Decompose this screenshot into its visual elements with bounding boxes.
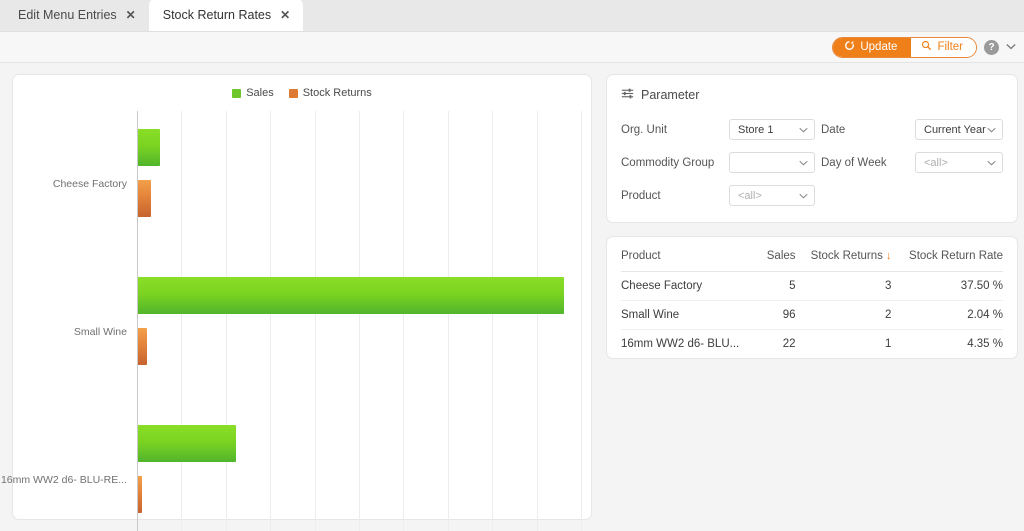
table-row[interactable]: Cheese Factory 5 3 37.50 % — [621, 271, 1003, 301]
results-table-panel: Product Sales Stock Returns ↓ Stock Retur… — [606, 236, 1018, 359]
right-column: Parameter Org. Unit Store 1 Date Current… — [606, 74, 1018, 520]
chart-gridline — [492, 111, 494, 531]
chart-bar-stock-returns[interactable] — [138, 476, 143, 513]
select-day-of-week[interactable]: <all> — [915, 152, 1003, 173]
select-value: Current Year — [924, 123, 986, 136]
cell-stock-returns: 1 — [885, 338, 892, 350]
help-icon[interactable]: ? — [984, 39, 999, 55]
chart-gridline — [270, 111, 272, 531]
table-body: Cheese Factory 5 3 37.50 % Small Wine 96 2 2.04… — [621, 271, 1003, 359]
filter-button-label: Filter — [937, 41, 963, 53]
parameter-panel: Parameter Org. Unit Store 1 Date Current… — [606, 74, 1018, 223]
legend-label: Stock Returns — [302, 87, 372, 99]
parameter-fields: Org. Unit Store 1 Date Current Year Comm… — [621, 119, 1003, 206]
cell-sales: 5 — [761, 271, 796, 301]
cell-stock-return-rate: 4.35 % — [967, 338, 1003, 350]
chevron-down-icon — [987, 158, 996, 168]
y-axis-line — [137, 111, 138, 531]
cell-product: Small Wine — [621, 300, 762, 330]
chart-gridline — [314, 111, 316, 531]
refresh-icon — [844, 40, 855, 54]
chart-panel: Sales Stock Returns 01020304050607080901… — [1, 74, 592, 531]
legend-item-sales[interactable]: Sales — [232, 87, 274, 99]
col-stock-returns[interactable]: Stock Returns ↓ — [795, 237, 892, 272]
y-axis-category-label: 16mm WW2 d6- BLU-RE... — [0, 474, 127, 486]
tab-bar: Edit Menu Entries ✕ Stock Return Rates ✕ — [0, 0, 1024, 32]
chevron-down-icon — [987, 125, 996, 135]
tab-edit-menu-entries[interactable]: Edit Menu Entries ✕ — [4, 0, 149, 31]
cell-stock-returns: 3 — [795, 271, 892, 301]
select-value: Store 1 — [738, 123, 774, 136]
label-day-of-week: Day of Week — [821, 156, 887, 169]
cell-stock-return-rate: 37.50 % — [891, 271, 1003, 301]
cell-sales: 22 — [782, 338, 796, 350]
close-icon[interactable]: ✕ — [126, 9, 136, 21]
magnifier-icon — [921, 40, 932, 54]
legend-label: Sales — [246, 87, 274, 99]
legend-item-stock-returns[interactable]: Stock Returns — [288, 87, 372, 99]
chart-bar-sales[interactable] — [138, 129, 161, 166]
y-axis-category-label: Cheese Factory — [52, 178, 127, 190]
table-row[interactable]: Small Wine 96 2 2.04 % — [621, 300, 1003, 330]
cell-product: 16mm WW2 d6- BLU... — [621, 338, 740, 350]
action-button-group: Update Filter — [832, 36, 977, 58]
parameter-title-label: Parameter — [641, 88, 700, 102]
chart-gridline — [225, 111, 227, 531]
sort-descending-icon: ↓ — [885, 250, 892, 262]
chart-gridline — [536, 111, 538, 531]
main-content: Sales Stock Returns 01020304050607080901… — [0, 63, 1024, 531]
table-row[interactable]: 16mm WW2 d6- BLU... 22 1 4.35 % — [621, 330, 1003, 359]
col-stock-returns-label: Stock Returns — [810, 250, 883, 262]
chevron-down-icon — [799, 191, 808, 201]
close-icon[interactable]: ✕ — [280, 9, 290, 21]
chart-gridline — [403, 111, 405, 531]
update-button[interactable]: Update — [833, 37, 912, 57]
table-header-row: Product Sales Stock Returns ↓ Stock Retur… — [621, 237, 1003, 272]
chart-gridline — [581, 111, 582, 531]
tab-label: Edit Menu Entries — [18, 8, 117, 22]
select-org-unit[interactable]: Store 1 — [729, 119, 815, 140]
chart-bar-stock-returns[interactable] — [138, 328, 147, 365]
chart-gridline — [181, 111, 183, 531]
cell-sales: 96 — [761, 300, 796, 330]
chart-legend: Sales Stock Returns — [13, 75, 591, 99]
col-sales[interactable]: Sales — [761, 237, 796, 272]
select-value: <all> — [738, 189, 762, 202]
results-table: Product Sales Stock Returns ↓ Stock Retur… — [621, 237, 1003, 358]
update-button-label: Update — [860, 41, 898, 53]
label-date: Date — [821, 123, 846, 136]
chart-plot-area: 0102030405060708090100Cheese FactorySmal… — [1, 111, 582, 531]
chart-gridline — [359, 111, 360, 531]
label-org-unit: Org. Unit — [621, 123, 668, 136]
toolbar: Update Filter ? — [0, 32, 1024, 63]
chevron-down-icon[interactable] — [1006, 42, 1016, 53]
col-stock-return-rate[interactable]: Stock Return Rate — [891, 237, 1003, 272]
y-axis-category-label: Small Wine — [73, 326, 127, 338]
chevron-down-icon — [799, 125, 808, 135]
label-commodity-group: Commodity Group — [621, 156, 715, 169]
chart-bar-stock-returns[interactable] — [138, 180, 152, 217]
chart-bar-sales[interactable] — [138, 425, 236, 462]
cell-stock-returns: 2 — [795, 300, 892, 330]
cell-product: Cheese Factory — [621, 271, 762, 301]
sliders-icon — [621, 87, 634, 103]
select-product[interactable]: <all> — [729, 185, 815, 206]
col-product[interactable]: Product — [621, 237, 762, 272]
select-value: <all> — [924, 156, 948, 169]
cell-stock-return-rate: 2.04 % — [891, 300, 1003, 330]
parameter-title: Parameter — [621, 87, 1003, 103]
chevron-down-icon — [799, 158, 808, 168]
filter-button[interactable]: Filter — [911, 37, 976, 57]
chart-gridline — [447, 111, 449, 531]
select-commodity-group[interactable] — [729, 152, 815, 173]
legend-swatch-sales — [232, 88, 242, 98]
tab-stock-return-rates[interactable]: Stock Return Rates ✕ — [148, 0, 304, 31]
chart-bar-sales[interactable] — [138, 277, 565, 314]
label-product: Product — [621, 189, 661, 202]
legend-swatch-stock-returns — [288, 88, 298, 98]
select-date[interactable]: Current Year — [915, 119, 1003, 140]
tab-label: Stock Return Rates — [162, 8, 272, 22]
